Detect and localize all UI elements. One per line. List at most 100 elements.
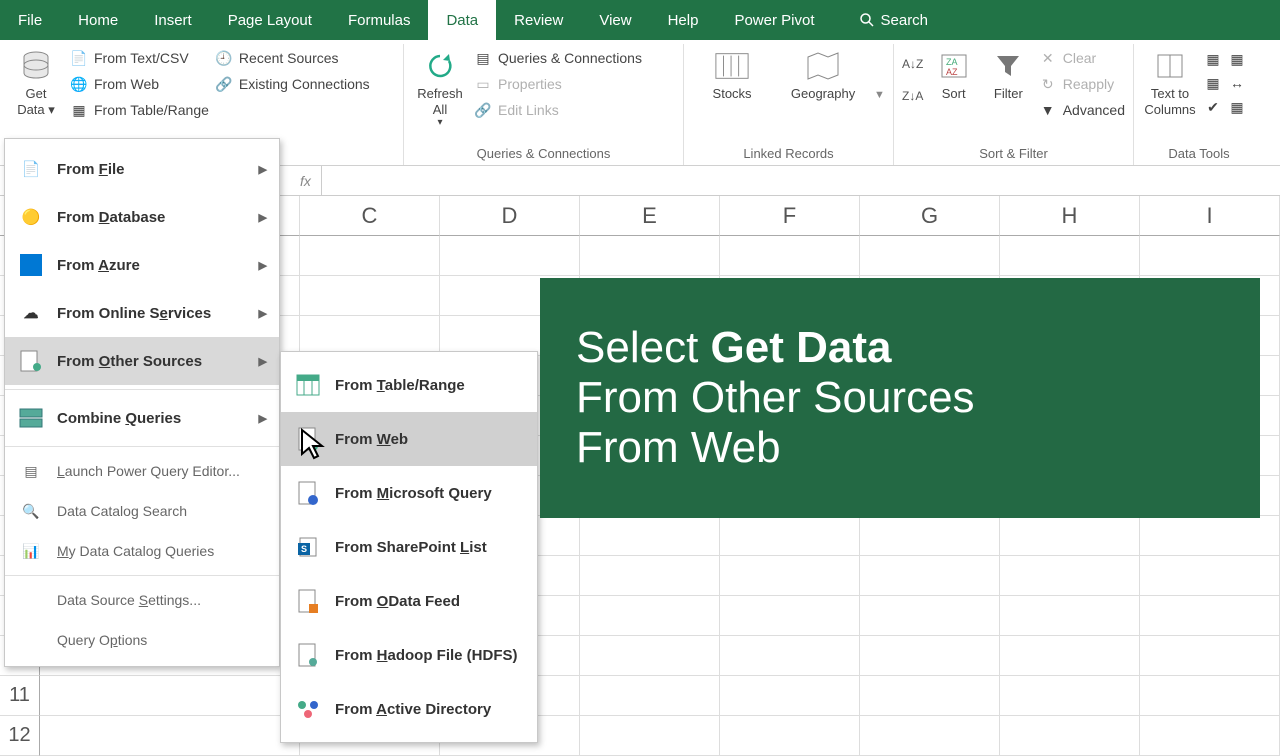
submenu-from-sharepoint-list[interactable]: SFrom SharePoint List [281,520,537,574]
search-button[interactable]: Search [841,0,947,40]
edit-links-button[interactable]: 🔗Edit Links [474,98,642,122]
refresh-all-button[interactable]: Refresh All▾ [412,46,468,131]
group-queries-connections: Queries & Connections [412,144,675,165]
sort-za-button[interactable]: Z↓A [902,84,923,108]
tab-insert[interactable]: Insert [136,0,210,40]
svg-text:AZ: AZ [946,67,958,77]
get-data-label: Get Data ▾ [10,86,62,117]
col-header[interactable]: D [440,196,580,236]
overlay-line-2: From Other Sources [576,373,1224,423]
group-sort-filter: Sort & Filter [902,144,1125,165]
col-header[interactable]: H [1000,196,1140,236]
tab-data[interactable]: Data [428,0,496,40]
tab-view[interactable]: View [581,0,649,40]
from-text-csv-button[interactable]: 📄From Text/CSV [70,46,209,70]
advanced-button[interactable]: ▼Advanced [1039,98,1125,122]
properties-button[interactable]: ▭Properties [474,72,642,96]
clear-icon: ✕ [1039,49,1057,67]
from-web-button[interactable]: 🌐From Web [70,72,209,96]
remove-dupes-icon[interactable]: ▦ [1204,74,1222,92]
cursor-icon [300,428,328,460]
chevron-right-icon: ▶ [259,211,267,224]
stocks-button[interactable]: Stocks [692,46,772,104]
data-model-icon[interactable]: ▦ [1228,98,1246,116]
link-icon: 🔗 [474,101,492,119]
flash-fill-icon[interactable]: ▦ [1204,50,1222,68]
connection-icon: 🔗 [215,75,233,93]
menu-from-database[interactable]: 🟡From Database▶ [5,193,279,241]
table-icon [295,372,321,398]
instruction-overlay: Select Get Data From Other Sources From … [540,278,1260,518]
svg-text:S: S [301,544,307,554]
geography-button[interactable]: Geography [778,46,868,104]
search-icon: 🔍 [17,497,45,525]
menu-combine-queries[interactable]: Combine Queries▶ [5,394,279,442]
col-header[interactable]: I [1140,196,1280,236]
submenu-from-active-directory[interactable]: From Active Directory [281,682,537,736]
col-header[interactable]: E [580,196,720,236]
row-header[interactable]: 12 [0,716,40,756]
chevron-down-icon[interactable]: ▼ [874,89,885,101]
data-validation-icon[interactable]: ✔ [1204,98,1222,116]
menu-from-online-services[interactable]: ☁From Online Services▶ [5,289,279,337]
menu-from-file[interactable]: 📄From File▶ [5,145,279,193]
menu-data-source-settings[interactable]: Data Source Settings... [5,580,279,620]
tab-power-pivot[interactable]: Power Pivot [716,0,832,40]
svg-text:ZA: ZA [946,57,958,67]
other-sources-submenu: From Table/Range From Web From Microsoft… [280,351,538,743]
hadoop-icon [295,642,321,668]
tab-home[interactable]: Home [60,0,136,40]
consolidate-icon[interactable]: ▦ [1228,50,1246,68]
sort-button[interactable]: ZAAZ Sort [929,46,978,104]
combine-icon [17,404,45,432]
from-table-range-button[interactable]: ▦From Table/Range [70,98,209,122]
azure-icon [17,251,45,279]
recent-sources-button[interactable]: 🕘Recent Sources [215,46,370,70]
reapply-icon: ↻ [1039,75,1057,93]
globe-icon: 🌐 [70,75,88,93]
chevron-right-icon: ▶ [259,163,267,176]
col-header[interactable]: C [300,196,440,236]
map-icon [805,48,841,84]
overlay-line-1: Select Get Data [576,323,1224,373]
overlay-line-3: From Web [576,423,1224,473]
submenu-from-hadoop[interactable]: From Hadoop File (HDFS) [281,628,537,682]
tab-formulas[interactable]: Formulas [330,0,429,40]
refresh-all-label: Refresh All [414,86,466,117]
submenu-from-microsoft-query[interactable]: From Microsoft Query [281,466,537,520]
ad-icon [295,696,321,722]
filter-button[interactable]: Filter [984,46,1033,104]
clear-button[interactable]: ✕Clear [1039,46,1125,70]
formula-input[interactable] [321,166,1280,195]
advanced-icon: ▼ [1039,101,1057,119]
menu-launch-power-query[interactable]: ▤Launch Power Query Editor... [5,451,279,491]
recent-icon: 🕘 [215,49,233,67]
row-header[interactable]: 11 [0,676,40,716]
table-icon: ▦ [70,101,88,119]
editor-icon: ▤ [17,457,45,485]
col-header[interactable]: G [860,196,1000,236]
other-sources-icon [17,347,45,375]
chevron-right-icon: ▶ [259,355,267,368]
queries-connections-button[interactable]: ▤Queries & Connections [474,46,642,70]
sharepoint-icon: S [295,534,321,560]
existing-connections-button[interactable]: 🔗Existing Connections [215,72,370,96]
menu-from-azure[interactable]: From Azure▶ [5,241,279,289]
menu-from-other-sources[interactable]: From Other Sources▶ [5,337,279,385]
tab-review[interactable]: Review [496,0,581,40]
menu-query-options[interactable]: Query Options [5,620,279,660]
sort-az-button[interactable]: A↓Z [902,52,923,76]
tab-help[interactable]: Help [650,0,717,40]
col-header[interactable]: F [720,196,860,236]
menu-data-catalog-search[interactable]: 🔍Data Catalog Search [5,491,279,531]
refresh-icon [422,48,458,84]
tab-file[interactable]: File [0,0,60,40]
submenu-from-table-range[interactable]: From Table/Range [281,358,537,412]
tab-page-layout[interactable]: Page Layout [210,0,330,40]
submenu-from-odata-feed[interactable]: From OData Feed [281,574,537,628]
text-to-columns-button[interactable]: Text to Columns [1142,46,1198,119]
relationships-icon[interactable]: ↔ [1228,74,1246,92]
reapply-button[interactable]: ↻Reapply [1039,72,1125,96]
get-data-button[interactable]: Get Data ▾ [8,46,64,119]
menu-my-data-catalog[interactable]: 📊My Data Catalog Queries [5,531,279,571]
